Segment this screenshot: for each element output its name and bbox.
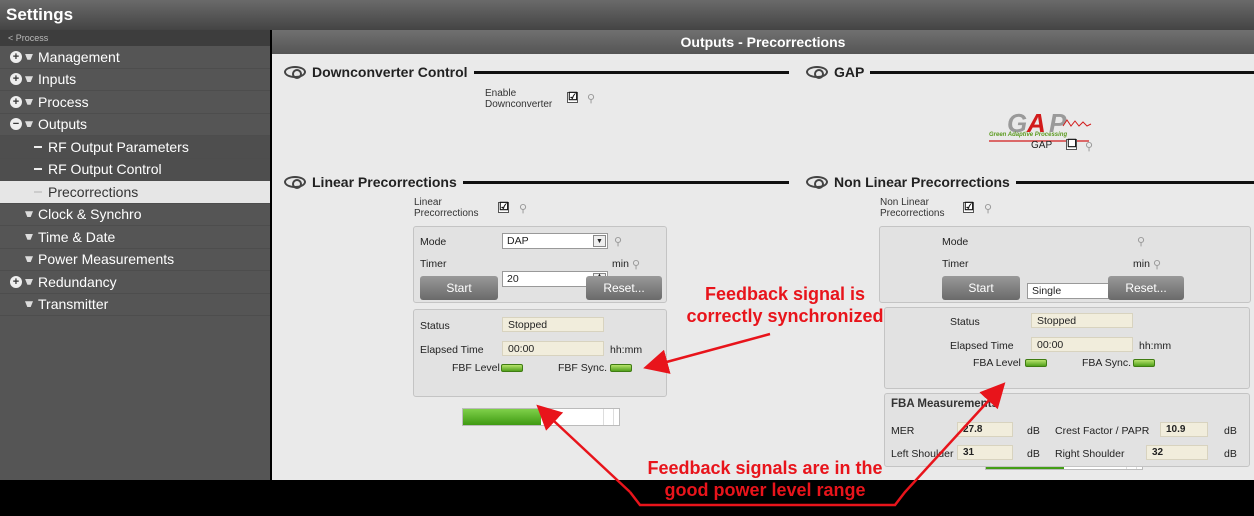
annotation-arrows (536, 332, 1006, 507)
arrow-to-fbf-level-bar (536, 404, 631, 493)
arrow-to-fbf-sync (643, 332, 771, 374)
annotation-level: Feedback signals are in the good power le… (647, 458, 883, 500)
annotation-sync: Feedback signal is correctly synchronized (686, 284, 884, 326)
